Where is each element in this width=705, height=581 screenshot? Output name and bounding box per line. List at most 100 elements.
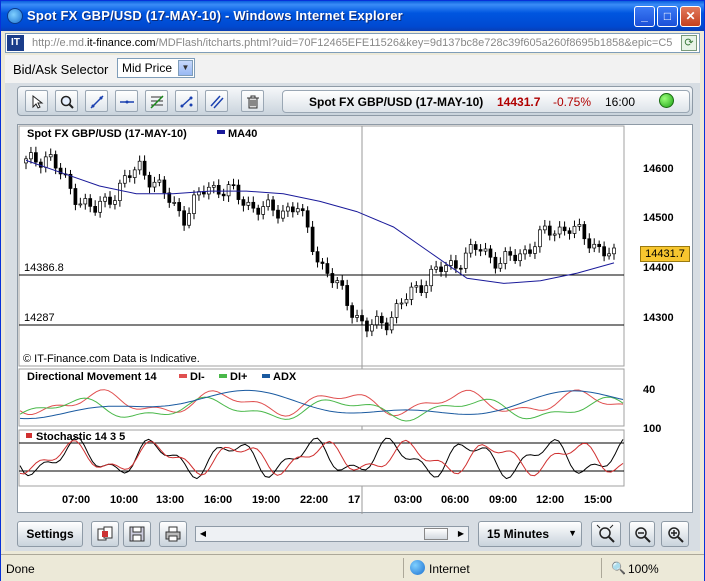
candle-body: [538, 229, 542, 248]
pointer-tool[interactable]: [25, 90, 48, 112]
candle-body: [118, 182, 122, 201]
candle-body: [113, 200, 117, 205]
candle-body: [320, 261, 325, 264]
interval-select[interactable]: 15 Minutes ▼: [478, 521, 582, 547]
maximize-button[interactable]: □: [657, 6, 678, 27]
last-price-tag: 14431.7: [640, 246, 690, 262]
stoch-legend-swatch: [26, 433, 32, 438]
bid-ask-value: Mid Price: [122, 61, 173, 75]
candle-body: [108, 196, 112, 205]
zoom-in-button[interactable]: [661, 521, 689, 547]
trendline-tool[interactable]: [85, 90, 108, 112]
indicators-button[interactable]: [91, 521, 119, 547]
fibonacci-icon: [150, 95, 164, 109]
address-url[interactable]: http://e.md.it-finance.com/MDFlash/itcha…: [32, 37, 672, 49]
candle-body: [157, 179, 162, 183]
candle-body: [122, 175, 127, 184]
minimize-button[interactable]: _: [634, 6, 655, 27]
quote-time: 16:00: [605, 95, 636, 109]
chart-svg[interactable]: 14386.8 14287 Spot FX GBP/USD (17-MAY-10…: [18, 125, 694, 514]
save-button[interactable]: [123, 521, 151, 547]
parallel-lines-tool[interactable]: [205, 90, 228, 112]
candle-body: [587, 238, 592, 249]
candle-body: [424, 285, 429, 293]
candle-body: [53, 154, 58, 169]
price-pane[interactable]: [18, 125, 625, 367]
di-minus-swatch: [179, 374, 187, 378]
window-title: Spot FX GBP/USD (17-MAY-10) - Windows In…: [27, 8, 403, 23]
candle-body: [137, 160, 142, 171]
candle-body: [330, 273, 335, 284]
time-tick: 09:00: [489, 494, 517, 506]
candle-body: [463, 252, 468, 269]
scroll-right-icon[interactable]: ▶: [454, 527, 468, 541]
candle-body: [498, 263, 503, 269]
candle-body: [533, 246, 537, 254]
time-tick: 10:00: [110, 494, 138, 506]
close-button[interactable]: ✕: [680, 6, 701, 27]
address-bar[interactable]: IT http://e.md.it-finance.com/MDFlash/it…: [5, 33, 700, 53]
time-tick: 15:00: [584, 494, 612, 506]
candle-body: [256, 207, 261, 215]
zoom-fit-button[interactable]: [591, 521, 621, 547]
candle-body: [271, 199, 275, 211]
price-tick: 14300: [643, 312, 674, 324]
candle-body: [542, 225, 547, 231]
candle-body: [404, 299, 409, 304]
candle-body: [493, 256, 498, 269]
candle-body: [547, 225, 552, 236]
bottom-toolbar: Settings ◀ ▶ 15 Minutes ▼: [17, 521, 693, 549]
candle-body: [167, 192, 172, 203]
parallel-lines-icon: [210, 95, 224, 109]
candle-body: [607, 253, 611, 257]
settings-button[interactable]: Settings: [17, 521, 83, 547]
zoom-out-button[interactable]: [629, 521, 655, 547]
pointer-icon: [32, 94, 44, 109]
chevron-down-icon[interactable]: ▼: [178, 60, 193, 76]
fibonacci-tool[interactable]: [145, 90, 168, 112]
security-zone: Internet: [429, 562, 470, 576]
chart-toolbar: Spot FX GBP/USD (17-MAY-10) 14431.7 -0.7…: [17, 86, 693, 116]
candle-body: [300, 208, 305, 212]
zoom-magnifier-icon[interactable]: 🔍: [611, 561, 626, 575]
candle-body: [73, 188, 78, 205]
candle-body: [83, 198, 88, 205]
scroll-left-icon[interactable]: ◀: [196, 527, 210, 541]
chart-scrollbar[interactable]: ◀ ▶: [195, 526, 469, 542]
candle-body: [88, 198, 93, 207]
candle-body: [409, 286, 414, 300]
candle-body: [454, 260, 458, 269]
channel-icon: [180, 96, 193, 108]
candle-body: [162, 179, 167, 194]
compatibility-icon[interactable]: ⟳: [681, 35, 697, 51]
page-content: Bid/Ask Selector Mid Price ▼ Spot FX GBP…: [5, 55, 700, 551]
candle-body: [597, 243, 602, 248]
level-label-2: 14287: [24, 312, 55, 324]
internet-zone-icon: [410, 560, 425, 575]
scroll-thumb[interactable]: [424, 528, 448, 540]
channel-tool[interactable]: [175, 90, 198, 112]
horizontal-line-icon: [120, 100, 134, 104]
print-button[interactable]: [159, 521, 187, 547]
time-tick: 19:00: [252, 494, 280, 506]
candle-body: [221, 193, 226, 197]
candle-body: [177, 202, 182, 212]
candle-body: [147, 174, 152, 188]
zoom-level[interactable]: 100%: [628, 562, 659, 576]
chevron-down-icon[interactable]: ▼: [568, 528, 577, 538]
candle-body: [419, 285, 424, 293]
delete-tool[interactable]: [241, 90, 264, 112]
zoom-in-icon: [668, 527, 684, 543]
candle-body: [172, 202, 177, 204]
trendline-icon: [90, 95, 104, 109]
chart-area[interactable]: 14386.8 14287 Spot FX GBP/USD (17-MAY-10…: [17, 124, 694, 514]
bid-ask-select[interactable]: Mid Price ▼: [117, 58, 195, 78]
interval-value: 15 Minutes: [487, 527, 550, 541]
dm-tick: 40: [643, 384, 655, 396]
horizontal-line-tool[interactable]: [115, 90, 138, 112]
candle-body: [241, 199, 246, 206]
candle-body: [473, 244, 478, 250]
candle-body: [370, 324, 374, 332]
candle-body: [261, 206, 266, 215]
zoom-tool[interactable]: [55, 90, 78, 112]
